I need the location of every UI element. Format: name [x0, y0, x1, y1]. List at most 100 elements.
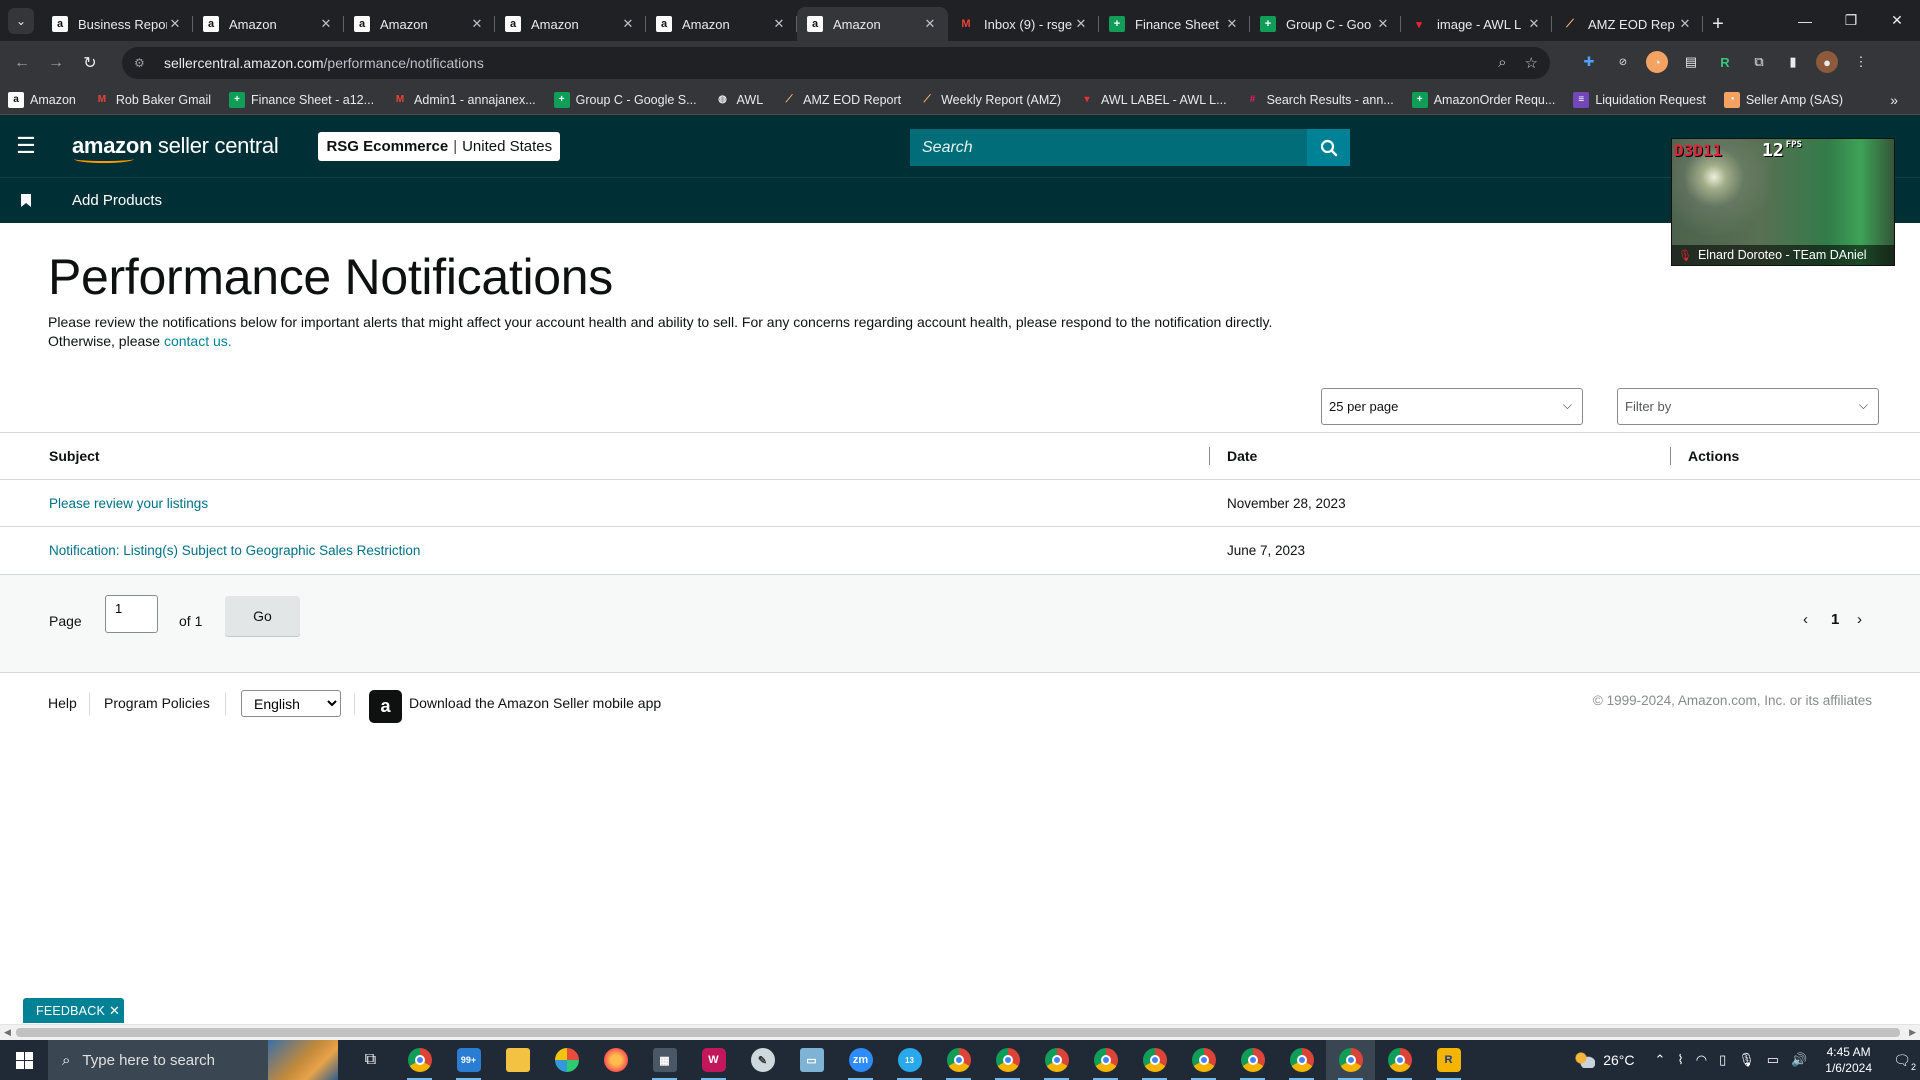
next-page-icon[interactable]: ›: [1857, 611, 1862, 628]
bookmark-item[interactable]: ⟋ AMZ EOD Report: [781, 92, 901, 108]
browser-tab[interactable]: ▾ image - AWL L ✕: [1401, 7, 1552, 41]
bookmark-item[interactable]: M Admin1 - annajanex...: [392, 92, 536, 108]
close-tab-icon[interactable]: ✕: [167, 16, 183, 32]
chrome-profile-3-icon[interactable]: [1032, 1040, 1081, 1080]
browser-tab[interactable]: M Inbox (9) - rsge ✕: [948, 7, 1099, 41]
calculator-icon[interactable]: ▦: [640, 1040, 689, 1080]
windows-start-icon[interactable]: [0, 1051, 48, 1069]
close-tab-icon[interactable]: ✕: [1224, 16, 1240, 32]
chrome-taskbar-icon[interactable]: [395, 1040, 444, 1080]
volume-icon[interactable]: 🔊: [1791, 1052, 1807, 1068]
tab-search-icon[interactable]: ⌄: [8, 8, 34, 34]
close-tab-icon[interactable]: ✕: [1677, 16, 1693, 32]
paint-icon[interactable]: ✎: [738, 1040, 787, 1080]
clock[interactable]: 4:45 AM 1/6/2024: [1825, 1044, 1872, 1076]
chrome-profile-2-icon[interactable]: [983, 1040, 1032, 1080]
zoom-icon[interactable]: zm: [836, 1040, 885, 1080]
bookmark-item[interactable]: ◔ Seller Amp (SAS): [1723, 91, 1843, 108]
chrome-profile-8-icon[interactable]: [1277, 1040, 1326, 1080]
chrome-profile-6-icon[interactable]: [1179, 1040, 1228, 1080]
wifi-icon[interactable]: ◠: [1696, 1052, 1707, 1068]
bookmark-item[interactable]: ⟋ Weekly Report (AMZ): [919, 92, 1061, 108]
remote-desktop-icon[interactable]: R: [1424, 1040, 1473, 1080]
download-app-link[interactable]: Download the Amazon Seller mobile app: [409, 695, 661, 711]
browser-tab[interactable]: a Business Repor ✕: [42, 7, 193, 41]
notification-center-icon[interactable]: 🗨 2: [1884, 1052, 1920, 1072]
browser-menu-icon[interactable]: ⋮: [1850, 51, 1872, 73]
network-icon[interactable]: ⌇: [1677, 1052, 1683, 1068]
chrome-profile-10-icon[interactable]: [1375, 1040, 1424, 1080]
amazon-app-icon[interactable]: a: [369, 690, 402, 723]
side-panel-icon[interactable]: ▮: [1782, 51, 1804, 73]
usb-icon[interactable]: ▯: [1719, 1052, 1726, 1068]
browser-tab[interactable]: a Amazon ✕: [495, 7, 646, 41]
add-products-link[interactable]: Add Products: [72, 192, 162, 209]
horizontal-scrollbar[interactable]: ◀ ▶: [0, 1024, 1920, 1040]
close-tab-icon[interactable]: ✕: [1073, 16, 1089, 32]
browser-tab[interactable]: + Finance Sheet ✕: [1099, 7, 1250, 41]
close-tab-icon[interactable]: ✕: [771, 16, 787, 32]
reload-icon[interactable]: ↻: [74, 47, 106, 79]
show-hidden-icons-icon[interactable]: ⌃: [1655, 1052, 1666, 1068]
back-icon[interactable]: ←: [6, 47, 38, 79]
restore-icon[interactable]: ❐: [1828, 0, 1874, 41]
contact-us-link[interactable]: contact us.: [164, 333, 232, 349]
site-info-icon[interactable]: ⚙: [134, 56, 152, 70]
prev-page-icon[interactable]: ‹: [1803, 611, 1808, 628]
taskbar-search-box[interactable]: ⌕ Type here to search: [48, 1040, 338, 1080]
bookmark-item[interactable]: + AmazonOrder Requ...: [1411, 91, 1555, 108]
browser-tab[interactable]: ⟋ AMZ EOD Rep ✕: [1552, 7, 1703, 41]
close-tab-icon[interactable]: ✕: [1375, 16, 1391, 32]
filter-select[interactable]: Filter by ⌵: [1617, 388, 1879, 425]
go-button[interactable]: Go: [225, 596, 300, 636]
extensions-puzzle-icon[interactable]: ⧉: [1748, 51, 1770, 73]
browser-tab[interactable]: + Group C - Goo ✕: [1250, 7, 1401, 41]
help-link[interactable]: Help: [48, 695, 77, 711]
bookmark-item[interactable]: ◍ AWL: [715, 92, 763, 108]
new-tab-button[interactable]: +: [1703, 7, 1733, 41]
bookmark-item[interactable]: a Amazon: [8, 91, 76, 108]
browser-tab[interactable]: a Amazon ✕: [646, 7, 797, 41]
bookmark-item[interactable]: ▾ AWL LABEL - AWL L...: [1079, 92, 1227, 108]
close-tab-icon[interactable]: ✕: [620, 16, 636, 32]
bookmark-item[interactable]: + Finance Sheet - a12...: [229, 91, 374, 108]
per-page-select[interactable]: 25 per page ⌵: [1321, 388, 1583, 425]
wps-icon[interactable]: W: [689, 1040, 738, 1080]
extension-puzzle-blue-icon[interactable]: ✚: [1578, 51, 1600, 73]
firefox-icon[interactable]: [591, 1040, 640, 1080]
chrome-profile-1-icon[interactable]: [934, 1040, 983, 1080]
mail-taskbar-icon[interactable]: 99+: [444, 1040, 493, 1080]
chrome-profile-9-icon[interactable]: [1326, 1040, 1375, 1080]
column-header-date[interactable]: Date: [1227, 448, 1257, 464]
profile-avatar[interactable]: ●: [1816, 51, 1838, 73]
search-icon[interactable]: [1307, 129, 1350, 166]
close-tab-icon[interactable]: ✕: [469, 16, 485, 32]
task-view-icon[interactable]: ⧉: [346, 1040, 395, 1080]
bookmark-item[interactable]: M Rob Baker Gmail: [94, 92, 211, 108]
extension-selleramp-icon[interactable]: ◔: [1646, 51, 1668, 73]
browser-tab[interactable]: a Amazon ✕: [344, 7, 495, 41]
scroll-left-icon[interactable]: ◀: [4, 1027, 11, 1038]
extension-r-icon[interactable]: R: [1714, 51, 1736, 73]
current-page-number[interactable]: 1: [1831, 611, 1839, 628]
close-tab-icon[interactable]: ✕: [1526, 16, 1542, 32]
feedback-button[interactable]: FEEDBACK ✕: [23, 998, 124, 1023]
seller-central-logo[interactable]: amazon seller central: [72, 133, 279, 163]
close-tab-icon[interactable]: ✕: [318, 16, 334, 32]
close-tab-icon[interactable]: ✕: [922, 16, 938, 32]
office-icon[interactable]: [542, 1040, 591, 1080]
bookmark-item[interactable]: ≡ Liquidation Request: [1573, 91, 1706, 108]
browser-tab[interactable]: a Amazon ✕: [193, 7, 344, 41]
scroll-right-icon[interactable]: ▶: [1909, 1027, 1916, 1038]
chrome-profile-5-icon[interactable]: [1130, 1040, 1179, 1080]
notepad-icon[interactable]: ▭: [787, 1040, 836, 1080]
minimize-icon[interactable]: —: [1782, 0, 1828, 41]
extension-chart-icon[interactable]: ▤: [1680, 51, 1702, 73]
close-icon[interactable]: ✕: [109, 1003, 120, 1019]
zoom-icon[interactable]: ⌕: [1498, 54, 1506, 72]
hamburger-menu-icon[interactable]: ☰: [0, 133, 52, 159]
program-policies-link[interactable]: Program Policies: [104, 695, 210, 711]
file-explorer-icon[interactable]: [493, 1040, 542, 1080]
chrome-profile-7-icon[interactable]: [1228, 1040, 1277, 1080]
scrollbar-thumb[interactable]: [16, 1028, 1900, 1037]
